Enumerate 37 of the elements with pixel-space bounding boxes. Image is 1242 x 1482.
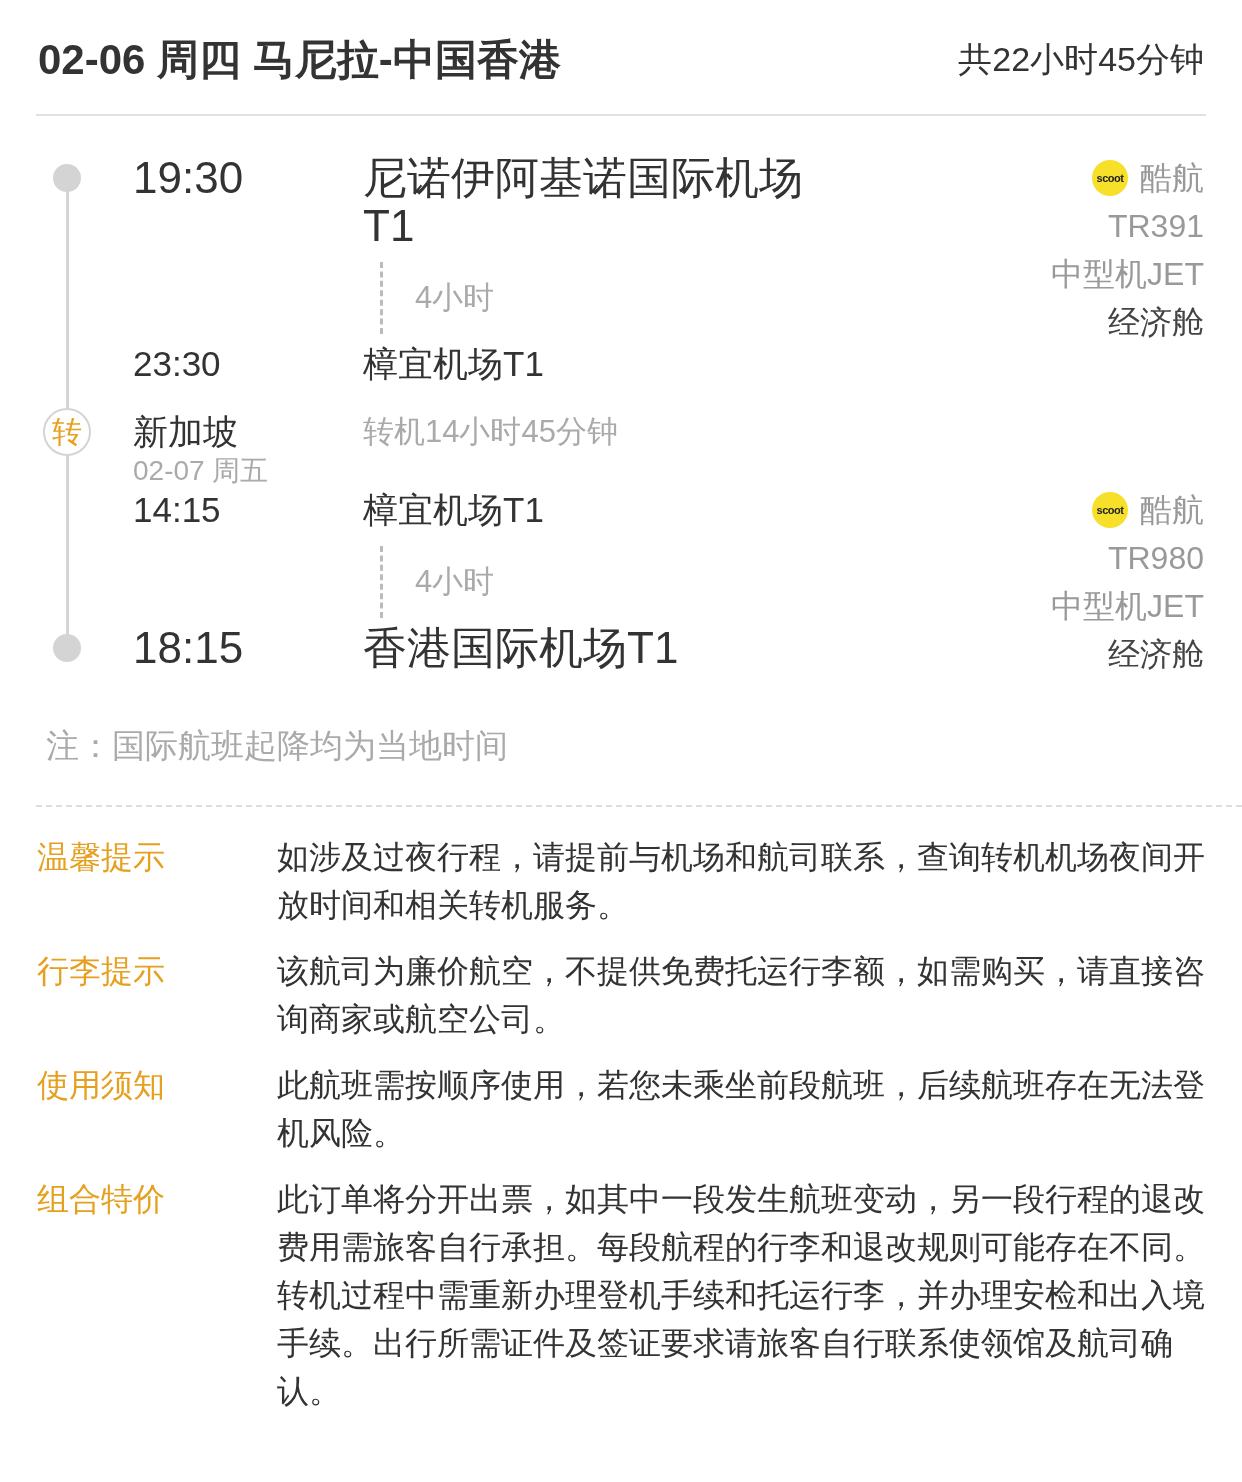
tip-text: 此航班需按顺序使用，若您未乘坐前段航班，后续航班存在无法登机风险。 <box>277 1066 1206 1153</box>
airline-name: 酷航 <box>1140 159 1204 198</box>
flight-duration: 4小时 <box>415 563 495 601</box>
airline-name: 酷航 <box>1140 491 1204 530</box>
arrival-airport: 香港国际机场T1 <box>363 624 680 672</box>
arrival-time: 23:30 <box>133 343 222 385</box>
dashed-line <box>380 546 383 618</box>
aircraft-type: 中型机JET <box>1051 587 1204 626</box>
tip-text: 如涉及过夜行程，请提前与机场和航司联系，查询转机机场夜间开放时间和相关转机服务。 <box>277 838 1206 925</box>
tip-label: 温馨提示 <box>37 838 166 877</box>
transfer-duration: 转机14小时45分钟 <box>363 413 618 451</box>
airline-logo: scoot <box>1092 492 1128 528</box>
local-time-note: 注：国际航班起降均为当地时间 <box>46 726 509 766</box>
departure-time: 14:15 <box>133 489 222 531</box>
tip-text: 该航司为廉价航空，不提供免费托运行李额，如需购买，请直接咨询商家或航空公司。 <box>277 952 1206 1039</box>
trip-title: 02-06 周四 马尼拉-中国香港 <box>38 35 561 85</box>
arrival-airport: 樟宜机场T1 <box>363 343 545 385</box>
departure-airport: 樟宜机场T1 <box>363 489 545 531</box>
aircraft-type: 中型机JET <box>1051 255 1204 294</box>
tip-label: 使用须知 <box>37 1066 166 1105</box>
tip-text: 此订单将分开出票，如其中一段发生航班变动，另一段行程的退改费用需旅客自行承担。每段航程的行李和退改规则可能存在不同。转机过程中需重新办理登机手续和托运行李，并办理安检和出入境手续。出行所需证件及签证要求请旅客自行联系使领馆及航司确认。 <box>277 1180 1206 1411</box>
departure-airport: 尼诺伊阿基诺国际机场T1 <box>363 154 804 250</box>
flight-number: TR391 <box>1107 207 1204 246</box>
tip-label: 行李提示 <box>37 952 166 991</box>
total-duration: 共22小时45分钟 <box>958 39 1204 80</box>
cabin-class: 经济舱 <box>1108 635 1204 674</box>
arrival-time: 18:15 <box>133 624 245 672</box>
tip-label: 组合特价 <box>37 1180 166 1219</box>
transfer-city: 新加坡 <box>133 411 239 453</box>
next-date: 02-07 周五 <box>133 456 270 486</box>
cabin-class: 经济舱 <box>1108 303 1204 342</box>
airline-logo: scoot <box>1092 160 1128 196</box>
departure-time: 19:30 <box>133 154 245 202</box>
transfer-badge: 转 <box>43 408 91 456</box>
flight-number: TR980 <box>1107 539 1204 578</box>
dashed-line <box>380 262 383 334</box>
flight-duration: 4小时 <box>415 279 495 317</box>
